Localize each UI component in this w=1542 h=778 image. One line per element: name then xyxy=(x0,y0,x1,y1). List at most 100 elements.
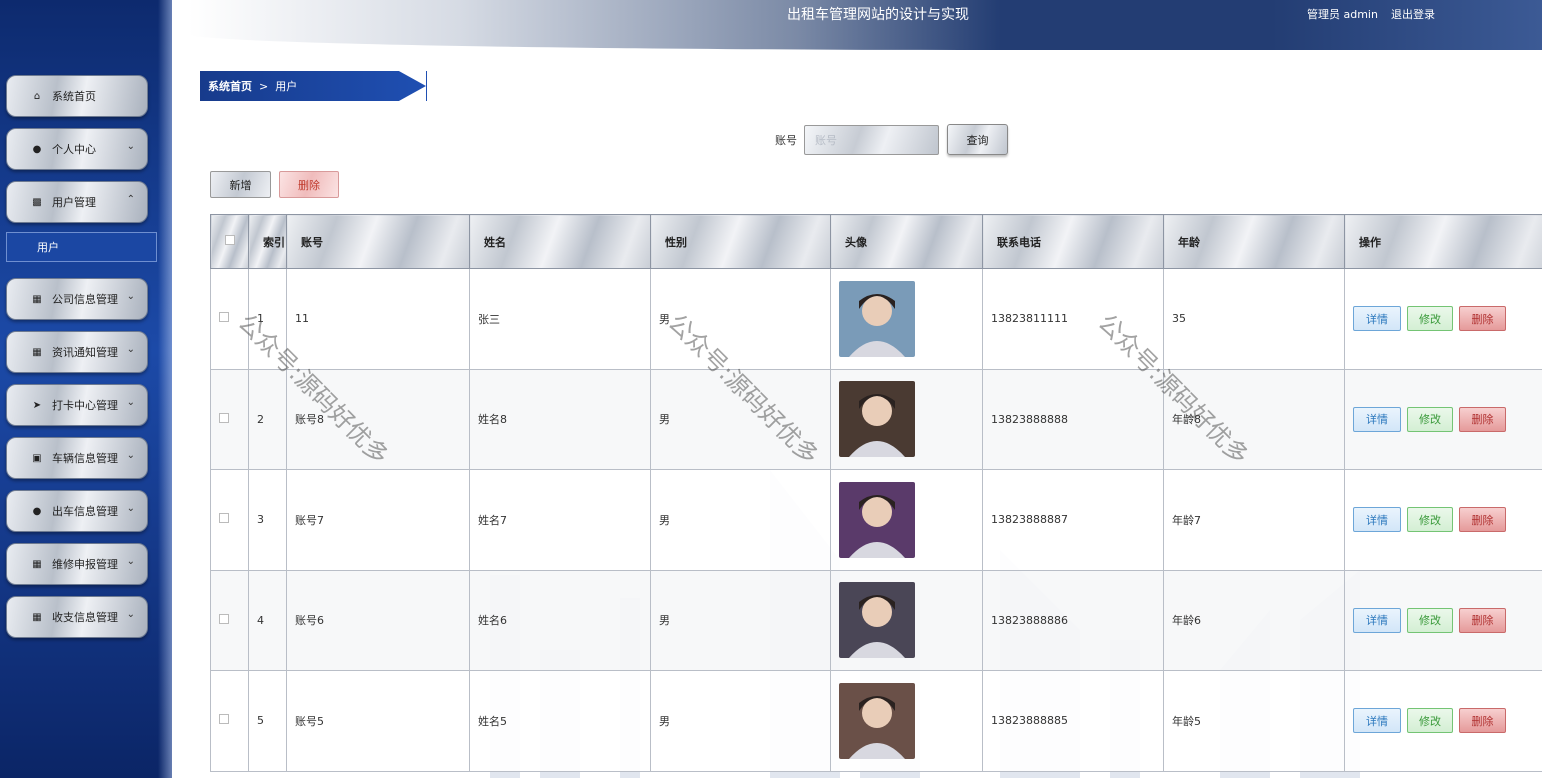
sidebar-item-checkin[interactable]: ➤ 打卡中心管理 ⌄ xyxy=(6,384,148,426)
chevron-down-icon: ⌄ xyxy=(126,556,135,567)
row-delete-button[interactable]: 删除 xyxy=(1459,406,1506,432)
detail-button[interactable]: 详情 xyxy=(1353,507,1401,533)
avatar xyxy=(839,481,915,558)
column-header-gender: 性别 xyxy=(650,214,831,269)
chevron-down-icon: ⌄ xyxy=(126,503,135,514)
breadcrumb-current: 用户 xyxy=(275,80,298,93)
edit-button[interactable]: 修改 xyxy=(1407,708,1453,734)
sidebar-item-label: 车辆信息管理 xyxy=(52,452,118,465)
edit-button[interactable]: 修改 xyxy=(1407,306,1453,332)
cell-avatar xyxy=(830,670,983,772)
row-select-cell xyxy=(210,569,249,671)
sidebar-item-dispatch[interactable]: ● 出车信息管理 ⌄ xyxy=(6,490,148,532)
user-icon: ● xyxy=(32,505,42,517)
row-checkbox[interactable] xyxy=(219,714,229,725)
grid-icon: ▦ xyxy=(32,558,42,570)
cell-gender: 男 xyxy=(650,670,831,772)
grid-icon: ▦ xyxy=(32,293,42,305)
select-all-cell xyxy=(210,214,249,269)
cell-avatar xyxy=(830,368,983,470)
sidebar-item-repair[interactable]: ▦ 维修申报管理 ⌄ xyxy=(6,543,148,585)
sidebar: ⌂ 系统首页 ● 个人中心 ⌄ ▩ 用户管理 ⌃ 用户 ▦ 公司信息管理 ⌄ ▦… xyxy=(0,0,172,778)
row-checkbox[interactable] xyxy=(219,412,229,423)
breadcrumb-home[interactable]: 系统首页 xyxy=(208,78,252,94)
add-button[interactable]: 新增 xyxy=(210,171,271,198)
user-table: 索引 账号 姓名 性别 头像 联系电话 年龄 操作 1 11 张三 男 1382… xyxy=(210,214,1542,772)
chevron-down-icon: ⌄ xyxy=(126,291,135,302)
table-row: 4 账号6 姓名6 男 13823888886 年龄6 详情 修改 删除 xyxy=(210,569,1542,671)
cell-account: 账号7 xyxy=(286,469,470,571)
grid-icon: ▦ xyxy=(32,611,42,623)
detail-button[interactable]: 详情 xyxy=(1353,607,1401,633)
sidebar-item-label: 资讯通知管理 xyxy=(52,346,118,359)
cell-phone: 13823888888 xyxy=(982,368,1164,470)
row-delete-button[interactable]: 删除 xyxy=(1459,607,1506,633)
cell-age: 35 xyxy=(1163,268,1345,370)
table-body: 1 11 张三 男 13823811111 35 详情 修改 删除 2 账号8 … xyxy=(210,268,1542,772)
cell-avatar xyxy=(830,569,983,671)
column-header-age: 年龄 xyxy=(1163,214,1345,269)
row-checkbox[interactable] xyxy=(219,613,229,624)
column-header-name: 姓名 xyxy=(469,214,651,269)
row-delete-button[interactable]: 删除 xyxy=(1459,507,1506,533)
edit-button[interactable]: 修改 xyxy=(1407,607,1453,633)
sidebar-subitem-users[interactable]: 用户 xyxy=(6,232,157,262)
cell-name: 张三 xyxy=(469,268,651,370)
sidebar-item-finance[interactable]: ▦ 收支信息管理 ⌄ xyxy=(6,596,148,638)
sidebar-item-label: 收支信息管理 xyxy=(52,611,118,624)
cell-index: 3 xyxy=(248,469,287,571)
cell-index: 5 xyxy=(248,670,287,772)
edit-button[interactable]: 修改 xyxy=(1407,406,1453,432)
column-header-index: 索引 xyxy=(248,214,287,269)
cell-actions: 详情 修改 删除 xyxy=(1344,670,1542,772)
cell-account: 账号8 xyxy=(286,368,470,470)
sidebar-item-company[interactable]: ▦ 公司信息管理 ⌄ xyxy=(6,278,148,320)
row-select-cell xyxy=(210,268,249,370)
avatar xyxy=(839,682,915,759)
cell-index: 2 xyxy=(248,368,287,470)
cell-actions: 详情 修改 删除 xyxy=(1344,469,1542,571)
sidebar-item-news[interactable]: ▦ 资讯通知管理 ⌄ xyxy=(6,331,148,373)
cell-account: 11 xyxy=(286,268,470,370)
delete-button[interactable]: 删除 xyxy=(279,171,339,198)
column-header-account: 账号 xyxy=(286,214,470,269)
avatar xyxy=(839,280,915,357)
table-row: 3 账号7 姓名7 男 13823888887 年龄7 详情 修改 删除 xyxy=(210,469,1542,571)
chevron-down-icon: ⌄ xyxy=(126,609,135,620)
cell-phone: 13823888885 xyxy=(982,670,1164,772)
chevron-down-icon: ⌄ xyxy=(126,141,135,152)
row-select-cell xyxy=(210,469,249,571)
sidebar-item-vehicle[interactable]: ▣ 车辆信息管理 ⌄ xyxy=(6,437,148,479)
row-checkbox[interactable] xyxy=(219,312,229,323)
cell-age: 年龄6 xyxy=(1163,569,1345,671)
chevron-down-icon: ⌄ xyxy=(126,344,135,355)
home-icon: ⌂ xyxy=(33,90,41,102)
logout-link[interactable]: 退出登录 xyxy=(1391,6,1435,22)
search-button[interactable]: 查询 xyxy=(947,124,1008,155)
row-delete-button[interactable]: 删除 xyxy=(1459,306,1506,332)
sidebar-item-home[interactable]: ⌂ 系统首页 xyxy=(6,75,148,117)
chevron-down-icon: ⌄ xyxy=(126,397,135,408)
sidebar-item-label: 个人中心 xyxy=(52,143,96,156)
edit-button[interactable]: 修改 xyxy=(1407,507,1453,533)
search-input[interactable] xyxy=(804,125,939,155)
detail-button[interactable]: 详情 xyxy=(1353,708,1401,734)
select-all-checkbox[interactable] xyxy=(225,235,235,245)
row-checkbox[interactable] xyxy=(219,513,229,524)
sidebar-item-user-management[interactable]: ▩ 用户管理 ⌃ xyxy=(6,181,148,223)
row-delete-button[interactable]: 删除 xyxy=(1459,708,1506,734)
sidebar-item-profile[interactable]: ● 个人中心 ⌄ xyxy=(6,128,148,170)
cell-age: 年龄5 xyxy=(1163,670,1345,772)
sidebar-subitem-label: 用户 xyxy=(37,241,59,254)
search-label: 账号 xyxy=(775,134,797,147)
table-row: 1 11 张三 男 13823811111 35 详情 修改 删除 xyxy=(210,268,1542,370)
cell-name: 姓名6 xyxy=(469,569,651,671)
table-header-row: 索引 账号 姓名 性别 头像 联系电话 年龄 操作 xyxy=(210,214,1542,269)
send-icon: ➤ xyxy=(32,399,42,411)
detail-button[interactable]: 详情 xyxy=(1353,406,1401,432)
cell-phone: 13823888887 xyxy=(982,469,1164,571)
grid-icon: ▦ xyxy=(32,346,42,358)
detail-button[interactable]: 详情 xyxy=(1353,306,1401,332)
sidebar-item-label: 用户管理 xyxy=(52,196,96,209)
chevron-down-icon: ⌄ xyxy=(126,450,135,461)
